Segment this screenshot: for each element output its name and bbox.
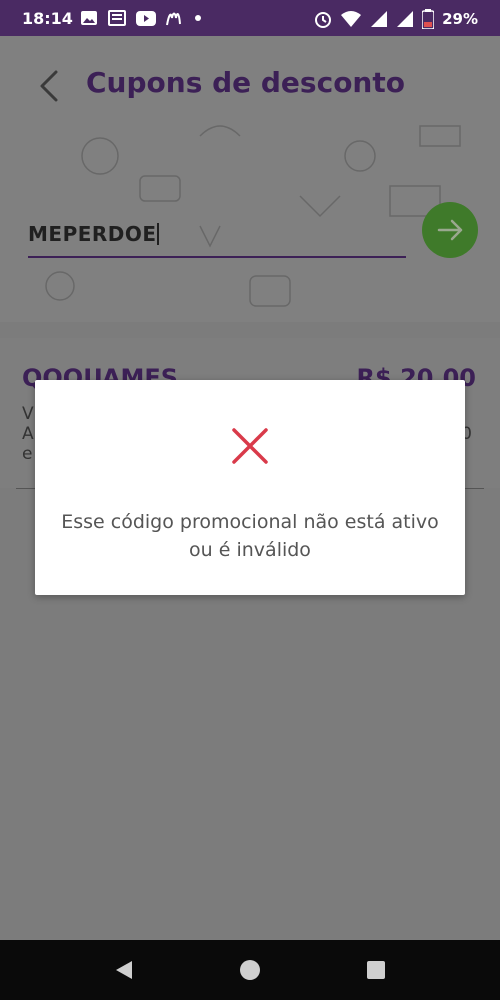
wifi-icon [341, 11, 362, 27]
alarm-icon [315, 12, 332, 28]
image-icon [81, 11, 97, 25]
error-x-icon [232, 428, 268, 464]
coupon-code-input[interactable]: MEPERDOE [28, 216, 406, 258]
signal-icon [371, 11, 388, 27]
home-circle-icon[interactable] [238, 958, 262, 982]
status-bar: 18:14 29% [0, 0, 500, 36]
coupon-description-line2: A [22, 424, 34, 444]
error-dialog[interactable]: Esse código promocional não está ativo o… [35, 380, 465, 595]
status-system-icons: 29% [314, 9, 478, 29]
m-app-icon [166, 12, 181, 26]
header-area: Cupons de desconto MEPERDOE [0, 36, 500, 322]
back-triangle-icon[interactable] [112, 958, 136, 982]
error-message: Esse código promocional não está ativo o… [61, 511, 439, 561]
signal-icon [397, 11, 414, 27]
dot-icon [195, 15, 201, 21]
arrow-right-icon [437, 219, 463, 241]
back-arrow-icon[interactable] [30, 66, 70, 106]
news-icon [108, 10, 126, 26]
status-time: 18:14 [22, 9, 73, 28]
coupon-description-line3: e [22, 444, 33, 464]
battery-percent: 29% [442, 10, 478, 28]
status-notification-icons [80, 10, 202, 26]
recents-square-icon[interactable] [364, 958, 388, 982]
battery-icon [422, 9, 435, 29]
coupon-code-value: MEPERDOE [28, 222, 157, 246]
navigation-bar [0, 940, 500, 1000]
submit-coupon-button[interactable] [422, 202, 478, 258]
youtube-icon [136, 10, 156, 26]
coupon-description-line1: V [22, 404, 34, 424]
page-title: Cupons de desconto [86, 66, 405, 99]
text-caret [156, 223, 159, 245]
